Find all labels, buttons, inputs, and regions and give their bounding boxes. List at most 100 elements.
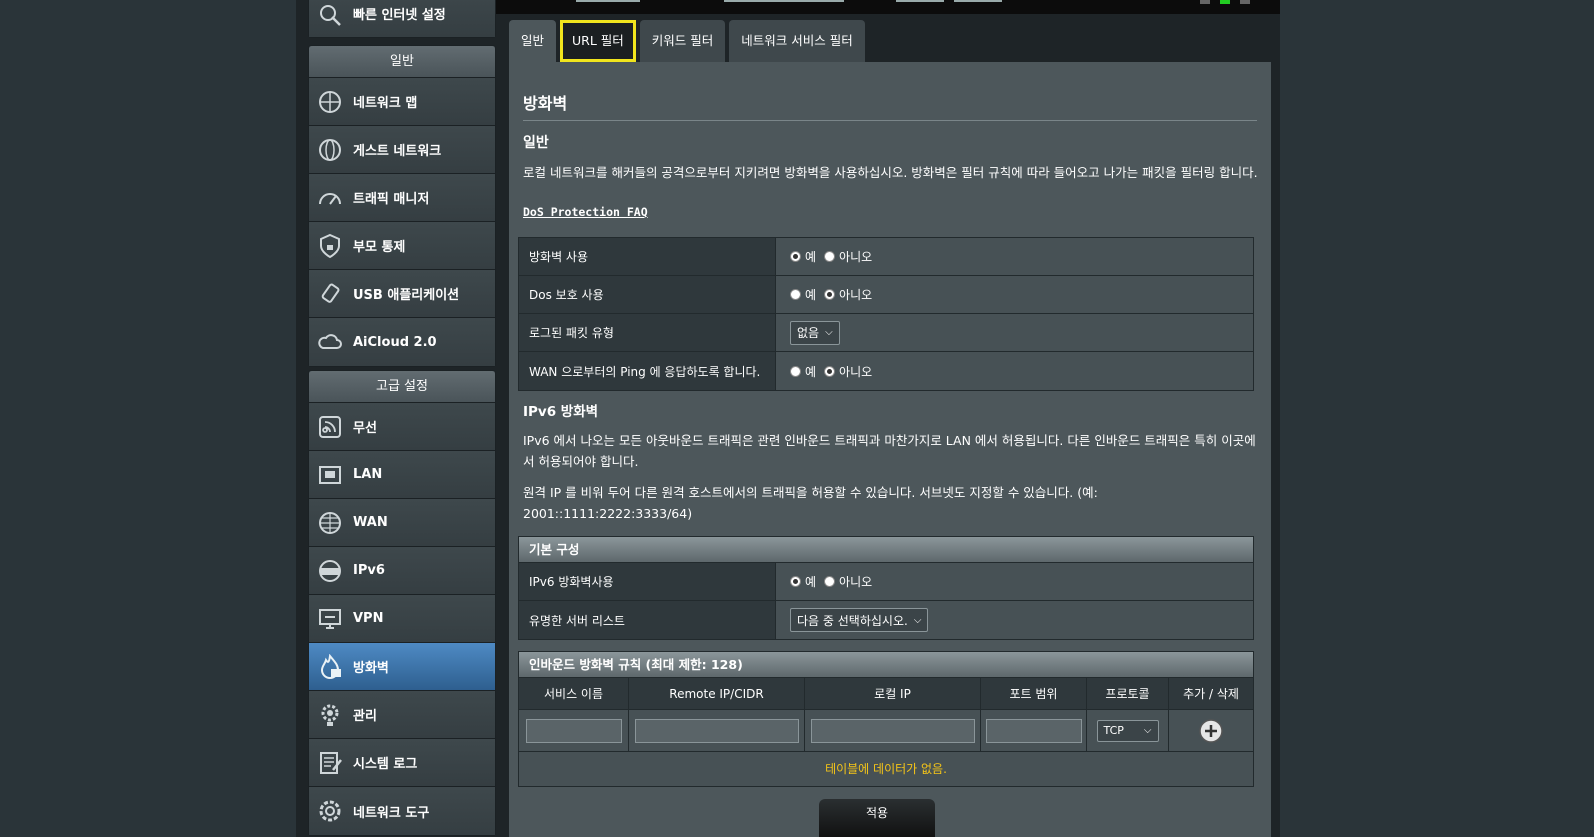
dos-yes-radio[interactable]: 예	[790, 286, 816, 303]
col-add-delete: 추가 / 삭제	[1183, 687, 1239, 701]
row-dos-protection: Dos 보호 사용 예 아니오	[519, 276, 1253, 314]
content-panel: 방화벽 일반 로컬 네트워크를 해커들의 공격으로부터 지키려면 방화벽을 사용…	[509, 62, 1271, 837]
sidebar-item-administration[interactable]: 관리	[309, 691, 495, 739]
guest-globe-icon	[317, 137, 343, 163]
section-title-general: 일반	[523, 135, 549, 151]
sidebar-item-wan[interactable]: WAN	[309, 499, 495, 547]
inbound-rules-header: 인바운드 방화벽 규칙 (최대 제한: 128)	[519, 652, 1253, 678]
sidebar-item-usb-application[interactable]: USB 애플리케이션	[309, 270, 495, 318]
wireless-icon	[317, 414, 343, 440]
tab-url-filter[interactable]: URL 필터	[560, 20, 636, 62]
firewall-general-table: 방화벽 사용 예 아니오 Dos 보호 사용 예 아니오 로그된 패킷 유형 없…	[518, 237, 1254, 391]
log-icon	[317, 750, 343, 776]
col-protocol: 프로토콜	[1087, 678, 1169, 709]
sidebar-item-wireless[interactable]: 무선	[309, 403, 495, 451]
apply-button[interactable]: 적용	[819, 799, 935, 837]
sidebar-item-traffic-manager[interactable]: 트래픽 매니저	[309, 174, 495, 222]
sidebar-item-system-log[interactable]: 시스템 로그	[309, 739, 495, 787]
globe-icon	[317, 89, 343, 115]
table-empty-message: 테이블에 데이터가 없음.	[519, 752, 1253, 786]
inbound-rules-table: 인바운드 방화벽 규칙 (최대 제한: 128) 서비스 이름 Remote I…	[518, 651, 1254, 787]
ipv6-description: IPv6 에서 나오는 모든 아웃바운드 트래픽은 관련 인바운드 트래픽과 마…	[523, 433, 1256, 469]
sidebar-item-label: 방화벽	[353, 661, 389, 676]
title-divider	[523, 120, 1257, 121]
sidebar-item-network-tools[interactable]: 네트워크 도구	[309, 787, 495, 835]
row-enable-firewall: 방화벽 사용 예 아니오	[519, 238, 1253, 276]
tab-network-service-filter[interactable]: 네트워크 서비스 필터	[729, 20, 865, 62]
wan-globe-icon	[317, 510, 343, 536]
sidebar-item-label: 네트워크 맵	[353, 96, 418, 111]
logged-packets-select[interactable]: 없음 ⌵	[790, 320, 840, 345]
enable-firewall-no-radio[interactable]: 아니오	[824, 248, 872, 265]
sidebar-item-aicloud[interactable]: AiCloud 2.0	[309, 318, 495, 366]
row-ipv6-firewall: IPv6 방화벽사용 예 아니오	[519, 563, 1253, 601]
col-service-name: 서비스 이름	[519, 678, 629, 709]
page-title: 방화벽	[523, 94, 568, 113]
quick-setup-group: 빠른 인터넷 설정	[308, 0, 496, 38]
dos-no-radio[interactable]: 아니오	[824, 286, 872, 303]
sidebar-item-label: 부모 통제	[353, 240, 406, 255]
usb-icon	[317, 281, 343, 307]
advanced-menu-group: 고급 설정 무선 LAN WAN IPv6 VPN 방화벽 관리 시스템 로그 …	[308, 370, 496, 836]
sidebar-item-label: 게스트 네트워크	[353, 144, 442, 159]
general-group-title: 일반	[309, 46, 495, 78]
cloud-icon	[317, 329, 343, 355]
tab-keyword-filter[interactable]: 키워드 필터	[639, 20, 726, 62]
basic-config-header: 기본 구성	[519, 537, 1253, 563]
shield-lock-icon	[317, 233, 343, 259]
ipv6-yes-radio[interactable]: 예	[790, 573, 816, 590]
chevron-down-icon: ⌵	[1143, 725, 1152, 736]
advanced-group-title: 고급 설정	[309, 371, 495, 403]
sidebar-item-parental-control[interactable]: 부모 통제	[309, 222, 495, 270]
wan-ping-label: WAN 으로부터의 Ping 에 응답하도록 합니다.	[519, 352, 776, 390]
sidebar-item-label: LAN	[353, 467, 383, 482]
sidebar-item-label: 시스템 로그	[353, 757, 418, 772]
sidebar-item-ipv6[interactable]: IPv6	[309, 547, 495, 595]
general-menu-group: 일반 네트워크 맵 게스트 네트워크 트래픽 매니저 부모 통제 USB 애플리…	[308, 45, 496, 367]
admin-gear-icon	[317, 702, 343, 728]
sidebar-item-network-map[interactable]: 네트워크 맵	[309, 78, 495, 126]
sidebar-item-label: IPv6	[353, 563, 385, 578]
ipv6-firewall-label: IPv6 방화벽사용	[519, 563, 776, 600]
ipv6-remote-description: 원격 IP 를 비워 두어 다른 원격 호스트에서의 트래픽을 허용할 수 있습…	[523, 485, 1098, 521]
sidebar-item-label: AiCloud 2.0	[353, 334, 437, 350]
tools-gear-icon	[317, 798, 343, 824]
sidebar-item-label: VPN	[353, 611, 384, 626]
dos-protection-label: Dos 보호 사용	[519, 276, 776, 313]
add-plus-icon[interactable]	[1198, 718, 1224, 744]
section-title-ipv6: IPv6 방화벽	[523, 404, 599, 420]
logged-packets-label: 로그된 패킷 유형	[519, 314, 776, 351]
remote-ip-input[interactable]	[634, 718, 799, 743]
inbound-rules-columns: 서비스 이름 Remote IP/CIDR 로컬 IP 포트 범위 프로토콜 추…	[519, 678, 1253, 710]
col-port-range: 포트 범위	[981, 678, 1087, 709]
enable-firewall-label: 방화벽 사용	[519, 238, 776, 275]
wan-ping-yes-radio[interactable]: 예	[790, 363, 816, 380]
protocol-select[interactable]: TCP ⌵	[1096, 719, 1159, 742]
col-local-ip: 로컬 IP	[805, 678, 981, 709]
sidebar-item-label: 빠른 인터넷 설정	[353, 7, 446, 23]
service-name-input[interactable]	[525, 718, 622, 743]
server-list-select[interactable]: 다음 중 선택하십시오. ⌵	[790, 608, 929, 632]
tab-general[interactable]: 일반	[509, 20, 557, 62]
sidebar-item-label: 트래픽 매니저	[353, 192, 430, 207]
chevron-down-icon: ⌵	[825, 327, 833, 338]
port-range-input[interactable]	[985, 718, 1082, 743]
sidebar-item-lan[interactable]: LAN	[309, 451, 495, 499]
dos-faq-link[interactable]: DoS Protection FAQ	[523, 205, 648, 219]
sidebar-item-quick-setup[interactable]: 빠른 인터넷 설정	[309, 0, 495, 37]
inbound-rule-input-row: TCP ⌵	[519, 710, 1253, 752]
wan-ping-no-radio[interactable]: 아니오	[824, 363, 872, 380]
chevron-down-icon: ⌵	[913, 614, 922, 626]
sidebar-item-label: USB 애플리케이션	[353, 288, 460, 303]
sidebar-item-guest-network[interactable]: 게스트 네트워크	[309, 126, 495, 174]
sidebar-item-vpn[interactable]: VPN	[309, 595, 495, 643]
gauge-icon	[317, 185, 343, 211]
sidebar-item-firewall[interactable]: 방화벽	[309, 643, 495, 691]
vpn-monitor-icon	[317, 606, 343, 632]
sidebar-item-label: 네트워크 도구	[353, 805, 430, 821]
ipv6-no-radio[interactable]: 아니오	[824, 573, 872, 590]
local-ip-input[interactable]	[810, 718, 975, 743]
row-server-list: 유명한 서버 리스트 다음 중 선택하십시오. ⌵	[519, 601, 1253, 639]
enable-firewall-yes-radio[interactable]: 예	[790, 248, 816, 265]
col-remote-ip: Remote IP/CIDR	[629, 678, 805, 709]
